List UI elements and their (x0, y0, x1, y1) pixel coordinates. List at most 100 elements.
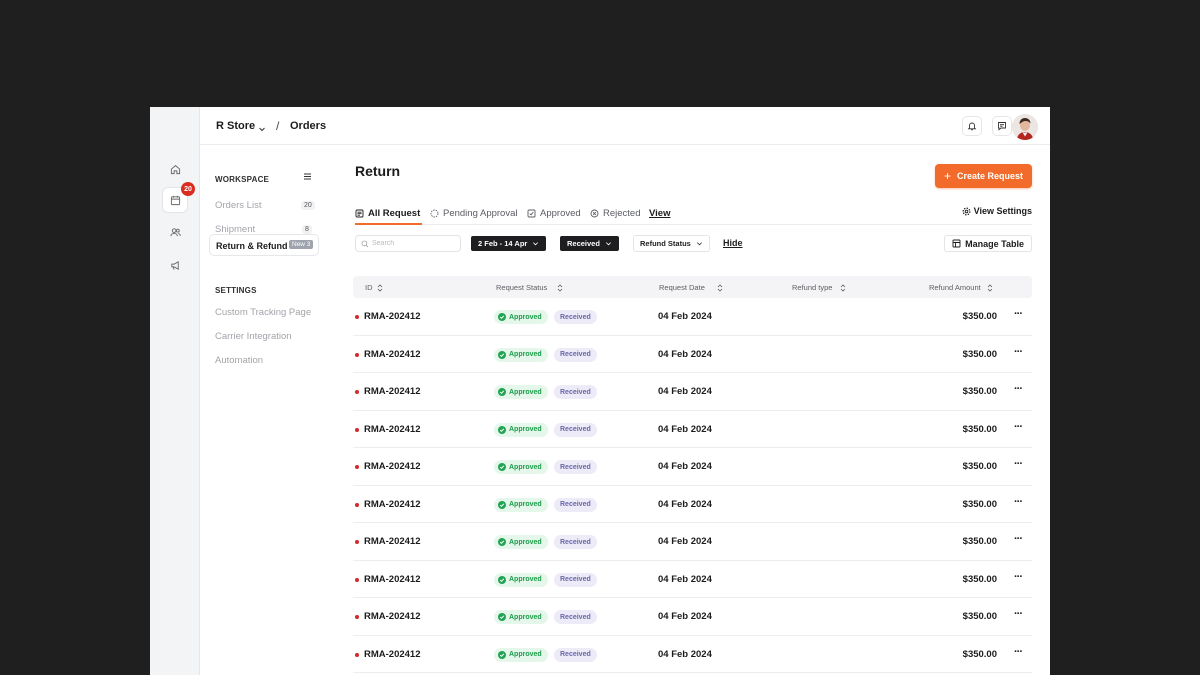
store-switcher[interactable]: R Store (216, 120, 255, 132)
row-id[interactable]: RMA-202412 (364, 461, 421, 472)
table-row[interactable]: RMA-202412 Approved Received 04 Feb 2024… (353, 373, 1032, 411)
row-id[interactable]: RMA-202412 (364, 574, 421, 585)
more-options-icon[interactable]: ··· (1014, 571, 1023, 583)
row-date: 04 Feb 2024 (658, 611, 712, 622)
approved-badge: Approved (494, 572, 548, 587)
row-amount: $350.00 (962, 536, 997, 547)
tab-all-request[interactable]: All Request (355, 206, 420, 220)
more-options-icon[interactable]: ··· (1014, 533, 1023, 545)
more-options-icon[interactable]: ··· (1014, 421, 1023, 433)
list-icon (355, 209, 364, 217)
megaphone-icon[interactable] (163, 253, 187, 277)
column-refund-amount[interactable]: Refund Amount (929, 283, 993, 292)
message-icon[interactable] (992, 116, 1012, 136)
nav-item-orders-list[interactable]: Orders List (215, 200, 261, 211)
view-settings-button[interactable]: View Settings (962, 206, 1032, 216)
date-range-filter[interactable]: 2 Feb - 14 Apr (471, 236, 547, 251)
row-id[interactable]: RMA-202412 (364, 386, 421, 397)
search-input[interactable] (372, 240, 452, 247)
check-circle-icon (498, 350, 506, 359)
chevron-down-icon (696, 242, 702, 246)
x-circle-icon (590, 209, 599, 217)
more-options-icon[interactable]: ··· (1014, 608, 1023, 620)
menu-icon[interactable] (303, 168, 312, 186)
refund-status-label: Refund Status (640, 239, 691, 248)
table-body: RMA-202412 Approved Received 04 Feb 2024… (353, 298, 1032, 673)
date-range-label: 2 Feb - 14 Apr (478, 239, 528, 248)
row-id[interactable]: RMA-202412 (364, 611, 421, 622)
table-row[interactable]: RMA-202412 Approved Received 04 Feb 2024… (353, 598, 1032, 636)
row-id[interactable]: RMA-202412 (364, 649, 421, 660)
tab-view[interactable]: View (649, 206, 670, 220)
row-date: 04 Feb 2024 (658, 536, 712, 547)
sort-icon (717, 283, 723, 292)
more-options-icon[interactable]: ··· (1014, 346, 1023, 358)
received-badge: Received (554, 647, 597, 662)
chevron-down-icon[interactable] (258, 120, 266, 138)
more-options-icon[interactable]: ··· (1014, 308, 1023, 320)
manage-table-button[interactable]: Manage Table (944, 235, 1032, 252)
approved-badge: Approved (494, 460, 548, 474)
table-row[interactable]: RMA-202412 Approved Received 04 Feb 2024… (353, 486, 1032, 523)
status-dot (355, 577, 359, 582)
column-request-status-label: Request Status (496, 283, 548, 292)
row-id[interactable]: RMA-202412 (364, 311, 421, 322)
row-id[interactable]: RMA-202412 (364, 536, 421, 547)
users-icon[interactable] (163, 220, 187, 244)
home-icon[interactable] (163, 157, 187, 181)
column-request-status[interactable]: Request Status (496, 283, 563, 292)
row-id[interactable]: RMA-202412 (364, 424, 421, 435)
approved-badge-label: Approved (509, 313, 542, 321)
sort-icon (557, 283, 563, 292)
check-circle-icon (498, 313, 506, 321)
create-request-button[interactable]: + Create Request (935, 164, 1032, 188)
table-row[interactable]: RMA-202412 Approved Received 04 Feb 2024… (353, 448, 1032, 486)
row-id[interactable]: RMA-202412 (364, 349, 421, 360)
tab-rejected[interactable]: Rejected (590, 206, 641, 220)
more-options-icon[interactable]: ··· (1014, 646, 1023, 658)
row-id[interactable]: RMA-202412 (364, 499, 421, 510)
bell-icon[interactable] (962, 116, 982, 136)
column-request-date[interactable]: Request Date (659, 283, 723, 292)
column-id[interactable]: ID (365, 283, 383, 292)
table-row[interactable]: RMA-202412 Approved Received 04 Feb 2024… (353, 336, 1032, 373)
column-request-date-label: Request Date (659, 283, 705, 292)
active-tab-indicator (355, 223, 422, 225)
nav-item-return-refund[interactable]: Return & Refund New 3 (209, 234, 319, 256)
table-header: ID Request Status Request Date Refund ty… (353, 276, 1032, 298)
received-badge: Received (554, 347, 597, 362)
new-badge: New 3 (289, 240, 314, 249)
nav-item-automation[interactable]: Automation (215, 355, 263, 366)
table-row[interactable]: RMA-202412 Approved Received 04 Feb 2024… (353, 636, 1032, 673)
received-badge: Received (554, 310, 597, 324)
status-filter[interactable]: Received (560, 236, 619, 251)
table-row[interactable]: RMA-202412 Approved Received 04 Feb 2024… (353, 561, 1032, 598)
hide-filters-link[interactable]: Hide (723, 238, 743, 248)
table-row[interactable]: RMA-202412 Approved Received 04 Feb 2024… (353, 298, 1032, 336)
column-refund-type[interactable]: Refund type (792, 283, 846, 292)
more-options-icon[interactable]: ··· (1014, 383, 1023, 395)
main-content: Return + Create Request All Request Pend… (353, 145, 1032, 675)
icon-rail: 20 (150, 107, 200, 675)
check-circle-icon (498, 388, 506, 396)
nav-item-custom-tracking[interactable]: Custom Tracking Page (215, 307, 311, 318)
check-circle-icon (498, 538, 506, 546)
more-options-icon[interactable]: ··· (1014, 458, 1023, 470)
breadcrumb-page[interactable]: Orders (290, 120, 326, 132)
table-row[interactable]: RMA-202412 Approved Received 04 Feb 2024… (353, 523, 1032, 561)
check-circle-icon (498, 613, 506, 621)
table-row[interactable]: RMA-202412 Approved Received 04 Feb 2024… (353, 411, 1032, 448)
orders-icon[interactable]: 20 (162, 182, 195, 213)
more-options-icon[interactable]: ··· (1014, 496, 1023, 508)
refund-status-filter[interactable]: Refund Status (633, 235, 710, 252)
nav-item-carrier-integration[interactable]: Carrier Integration (215, 331, 292, 342)
status-dot (355, 427, 359, 432)
search-box[interactable] (355, 235, 461, 252)
status-dot (355, 615, 359, 619)
avatar[interactable] (1012, 114, 1038, 140)
approved-badge-label: Approved (509, 351, 542, 358)
tab-pending-approval[interactable]: Pending Approval (430, 206, 517, 220)
row-date: 04 Feb 2024 (658, 386, 712, 397)
status-dot (355, 502, 359, 507)
tab-approved[interactable]: Approved (527, 206, 581, 220)
